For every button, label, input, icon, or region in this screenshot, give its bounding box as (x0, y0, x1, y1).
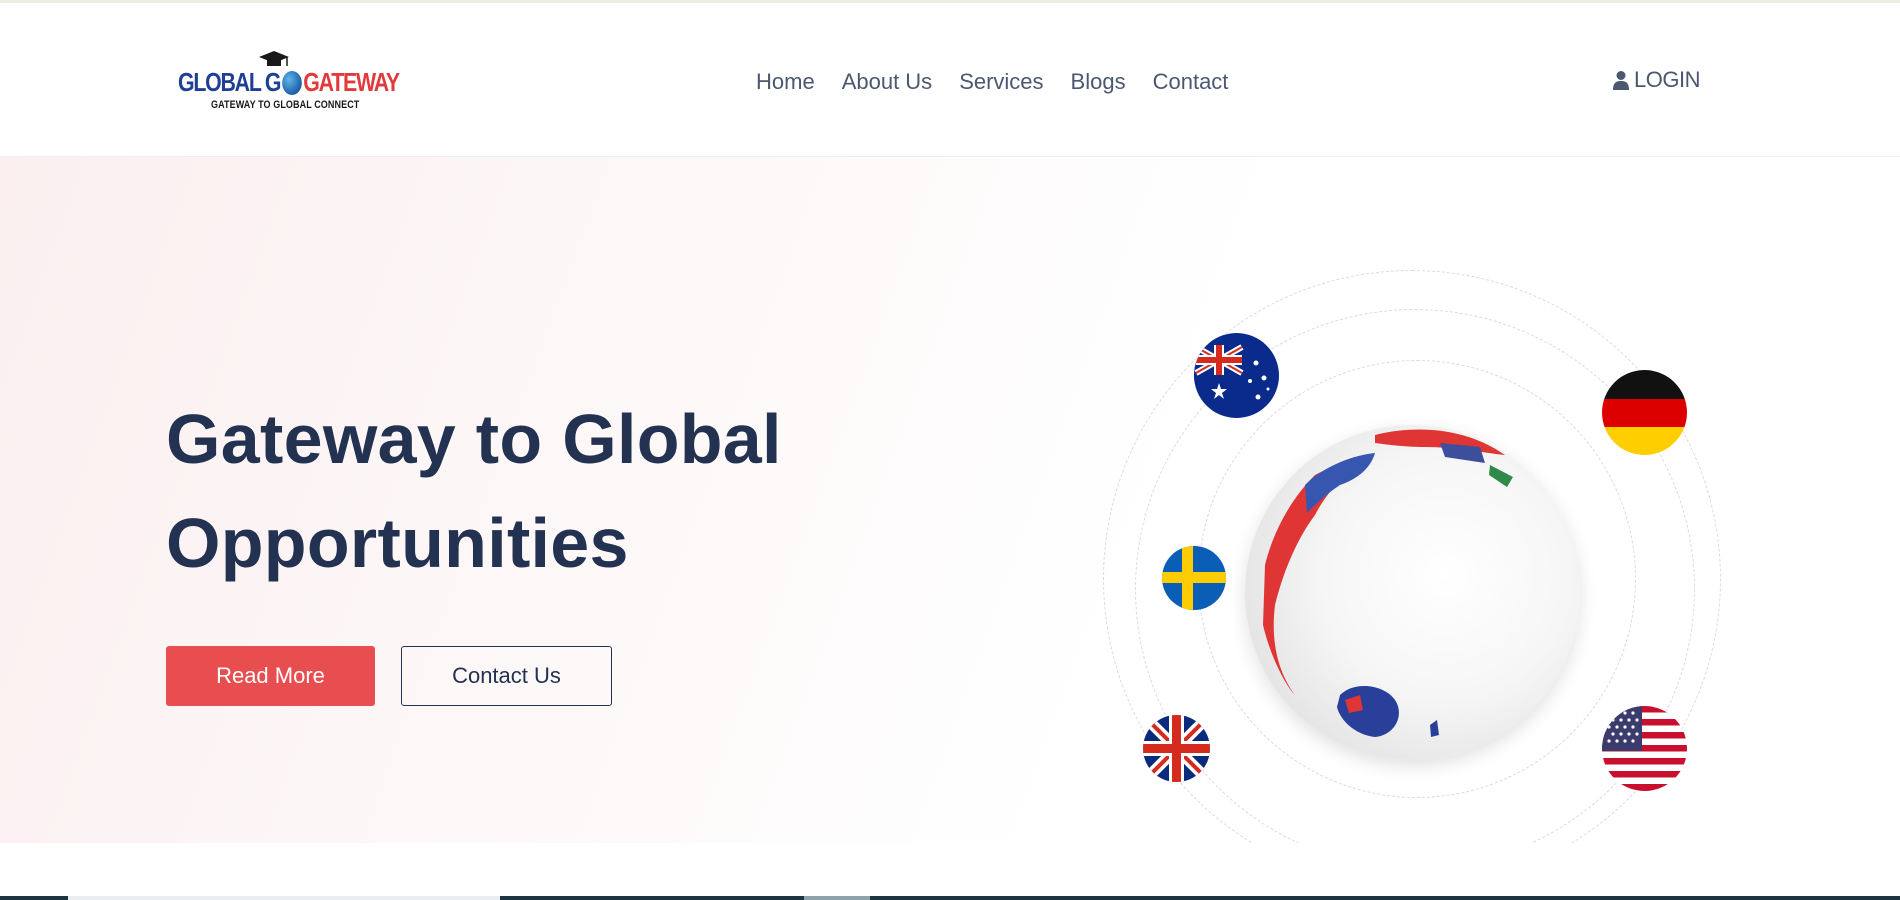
next-section-edge (0, 896, 1900, 900)
world-globe (1245, 425, 1580, 760)
germany-flag-icon (1602, 370, 1687, 455)
nav-services[interactable]: Services (959, 69, 1043, 95)
hero-heading-line1: Gateway to Global (166, 400, 782, 478)
sweden-flag-icon (1162, 546, 1226, 610)
logo-tagline: GATEWAY TO GLOBAL CONNECT (211, 99, 360, 111)
contact-us-button[interactable]: Contact Us (401, 646, 612, 706)
uk-flag-icon (1143, 715, 1210, 782)
login-link[interactable]: LOGIN (1612, 67, 1700, 93)
globe-icon (281, 71, 302, 95)
nav-about-us[interactable]: About Us (842, 69, 933, 95)
nav-blogs[interactable]: Blogs (1071, 69, 1126, 95)
nav-home[interactable]: Home (756, 69, 815, 95)
hero-section: Gateway to Global Opportunities Read Mor… (0, 157, 1900, 843)
site-header: GLOBAL G GATEWAY GATEWAY TO GLOBAL CONNEC… (0, 3, 1900, 157)
logo-title: GLOBAL G GATEWAY (178, 67, 400, 97)
user-icon (1613, 71, 1629, 90)
site-logo[interactable]: GLOBAL G GATEWAY GATEWAY TO GLOBAL CONNEC… (178, 47, 400, 117)
globe-map (1263, 429, 1513, 737)
usa-flag-icon (1602, 706, 1687, 791)
nav-contact[interactable]: Contact (1153, 69, 1229, 95)
login-label: LOGIN (1634, 67, 1700, 92)
australia-flag-icon (1194, 333, 1279, 418)
hero-heading: Gateway to Global Opportunities (166, 387, 866, 595)
main-nav: Home About Us Services Blogs Contact (756, 69, 1255, 95)
hero-heading-line2: Opportunities (166, 504, 629, 582)
read-more-button[interactable]: Read More (166, 646, 375, 706)
